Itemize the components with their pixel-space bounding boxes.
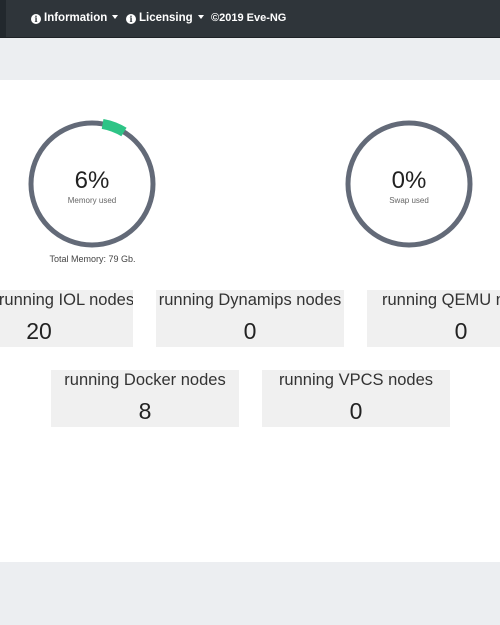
stat-qemu-nodes: running QEMU nodes 0 xyxy=(367,290,500,347)
stat-label: running Docker nodes xyxy=(64,371,226,389)
stat-value: 0 xyxy=(243,318,257,344)
navbar-left-edge xyxy=(0,0,6,37)
info-icon: i xyxy=(31,14,41,24)
stat-label: running VPCS nodes xyxy=(278,371,434,389)
licensing-menu-label: Licensing xyxy=(139,12,193,24)
system-status-panel: 6% Memory used Total Memory: 79 Gb. 0% S… xyxy=(0,80,500,562)
licensing-menu[interactable]: i Licensing xyxy=(126,0,204,37)
swap-percent: 0% xyxy=(391,167,427,194)
caret-down-icon xyxy=(197,15,204,19)
swap-used-label: Swap used xyxy=(389,196,429,205)
stat-label: running Dynamips nodes xyxy=(158,291,342,309)
memory-gauge-fill xyxy=(101,119,127,137)
stat-label: running IOL nodes xyxy=(0,291,133,309)
swap-gauge: 0% Swap used xyxy=(343,118,475,250)
information-menu-label: Information xyxy=(44,12,108,24)
stat-value: 8 xyxy=(138,398,152,424)
total-memory-text: Total Memory: 79 Gb. xyxy=(49,254,136,264)
info-icon: i xyxy=(126,14,136,24)
memory-percent: 6% xyxy=(74,167,110,194)
stat-label: running QEMU nodes xyxy=(382,291,500,309)
memory-used-label: Memory used xyxy=(67,196,117,205)
stat-vpcs-nodes: running VPCS nodes 0 xyxy=(262,370,450,427)
memory-gauge: 6% Memory used xyxy=(26,118,158,250)
information-menu[interactable]: i Information xyxy=(31,0,119,37)
stat-dynamips-nodes: running Dynamips nodes 0 xyxy=(156,290,344,347)
copyright-text: ©2019 Eve-NG xyxy=(211,12,287,24)
stat-value: 0 xyxy=(454,318,468,344)
caret-down-icon xyxy=(112,15,119,19)
stat-docker-nodes: running Docker nodes 8 xyxy=(51,370,239,427)
stat-value: 0 xyxy=(349,398,363,424)
stat-iol-nodes: running IOL nodes 20 xyxy=(0,290,133,347)
stat-value: 20 xyxy=(26,318,52,344)
top-navbar: i Information i Licensing ©2019 Eve-NG xyxy=(0,0,500,38)
